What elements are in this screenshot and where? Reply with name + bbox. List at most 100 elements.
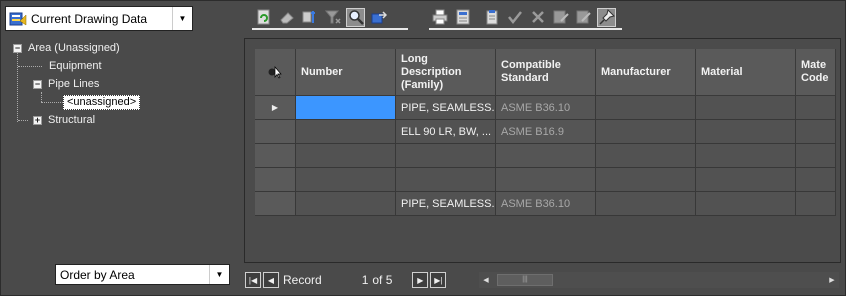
cell-manufacturer[interactable] <box>596 96 696 120</box>
edit-alt-icon[interactable] <box>574 8 593 27</box>
delete-icon[interactable] <box>528 8 547 27</box>
row-selector[interactable] <box>255 168 296 192</box>
cell-material[interactable] <box>696 168 796 192</box>
toolbar-group-view <box>252 6 408 30</box>
scroll-left-icon[interactable]: ◀ <box>479 272 493 288</box>
cell-manufacturer[interactable] <box>596 192 696 216</box>
cell-compatible-standard[interactable] <box>496 144 596 168</box>
drawing-data-icon <box>9 11 27 27</box>
edit-icon[interactable] <box>551 8 570 27</box>
cell-compatible-standard[interactable]: ASME B36.10 <box>496 96 596 120</box>
cell-manufacturer[interactable] <box>596 120 696 144</box>
locate-icon[interactable] <box>300 8 319 27</box>
previous-record-button[interactable]: ◀ <box>263 272 279 288</box>
cell-compatible-standard[interactable] <box>496 168 596 192</box>
cell-material-code[interactable] <box>796 168 836 192</box>
order-by-value: Order by Area <box>60 267 135 282</box>
zoom-icon[interactable] <box>346 7 365 27</box>
cell-compatible-standard[interactable]: ASME B16.9 <box>496 120 596 144</box>
next-record-button[interactable]: ▶ <box>412 272 429 288</box>
tree-node-label: Pipe Lines <box>48 78 100 90</box>
tree-node-label: Structural <box>48 114 96 126</box>
record-navigator: |◀ ◀ Record 1 of 5 ▶ ▶| <box>245 270 448 290</box>
cell-description[interactable]: ELL 90 LR, BW, ... <box>396 120 496 144</box>
export-icon[interactable] <box>369 8 388 27</box>
scroll-right-icon[interactable]: ▶ <box>825 272 839 288</box>
cell-number[interactable] <box>296 192 396 216</box>
chevron-down-icon[interactable]: ▼ <box>172 7 192 30</box>
toolbar-group-edit <box>429 6 622 30</box>
column-header-long-description[interactable]: Long Description (Family) <box>396 49 496 96</box>
order-by-dropdown[interactable]: Order by Area ▼ <box>55 264 230 285</box>
record-current[interactable]: 1 <box>362 273 369 287</box>
cell-material[interactable] <box>696 96 796 120</box>
tree-node-label: Equipment <box>49 60 102 72</box>
row-selector[interactable] <box>255 192 296 216</box>
cell-number[interactable] <box>296 144 396 168</box>
area-tree: − Area (Unassigned) Equipment − Pipe Lin… <box>13 40 233 140</box>
table-row[interactable] <box>255 144 836 168</box>
tree-node-unassigned[interactable]: <unassigned> <box>63 94 141 110</box>
tree-node-pipe-lines[interactable]: − Pipe Lines <box>33 76 99 92</box>
cell-manufacturer[interactable] <box>596 168 696 192</box>
column-header-manufacturer[interactable]: Manufacturer <box>596 49 696 96</box>
expand-toggle-icon[interactable]: + <box>33 115 42 125</box>
column-header-compatible-standard[interactable]: Compatible Standard <box>496 49 596 96</box>
table-row[interactable]: PIPE, SEAMLESS... ASME B36.10 <box>255 192 836 216</box>
row-selector[interactable] <box>255 144 296 168</box>
grid-header-row: Number Long Description (Family) Compati… <box>255 49 836 96</box>
tree-node-structural[interactable]: + Structural <box>33 112 95 128</box>
cell-description[interactable]: PIPE, SEAMLESS... <box>396 96 496 120</box>
dialog-frame: Current Drawing Data ▼ − Area (Unassigne… <box>0 0 846 296</box>
column-header-material-code[interactable]: Mate Code <box>796 49 836 96</box>
tree-node-equipment[interactable]: Equipment <box>49 58 102 74</box>
record-total: of 5 <box>372 273 393 287</box>
record-label: Record <box>283 273 322 287</box>
filter-icon[interactable] <box>323 8 342 27</box>
cell-material-code[interactable] <box>796 96 836 120</box>
row-selector[interactable] <box>255 120 296 144</box>
last-record-button[interactable]: ▶| <box>430 272 447 288</box>
cell-number[interactable] <box>296 96 396 120</box>
cell-material-code[interactable] <box>796 120 836 144</box>
cell-compatible-standard[interactable]: ASME B36.10 <box>496 192 596 216</box>
collapse-toggle-icon[interactable]: − <box>13 43 22 53</box>
collapse-toggle-icon[interactable]: − <box>33 79 42 89</box>
cursor-icon <box>268 66 282 79</box>
cell-material[interactable] <box>696 192 796 216</box>
cell-number[interactable] <box>296 168 396 192</box>
paste-icon[interactable] <box>483 8 502 27</box>
parts-grid[interactable]: Number Long Description (Family) Compati… <box>244 38 841 263</box>
pin-icon[interactable] <box>597 7 616 27</box>
cell-material[interactable] <box>696 144 796 168</box>
current-row-indicator-icon[interactable]: ▶ <box>255 96 296 120</box>
column-header-number[interactable]: Number <box>296 49 396 96</box>
chevron-down-icon[interactable]: ▼ <box>209 265 229 284</box>
table-row[interactable]: ELL 90 LR, BW, ... ASME B16.9 <box>255 120 836 144</box>
tree-node-label: Area (Unassigned) <box>28 42 120 54</box>
tree-node-area[interactable]: − Area (Unassigned) <box>13 40 120 56</box>
first-record-button[interactable]: |◀ <box>245 272 261 288</box>
table-row[interactable]: ▶ PIPE, SEAMLESS... ASME B36.10 <box>255 96 836 120</box>
grid-body: ▶ PIPE, SEAMLESS... ASME B36.10 ELL 90 LR, … <box>255 96 836 216</box>
data-source-dropdown[interactable]: Current Drawing Data ▼ <box>5 6 193 31</box>
print-icon[interactable] <box>431 8 450 27</box>
cell-material[interactable] <box>696 120 796 144</box>
scroll-track[interactable]: ||| <box>493 272 825 288</box>
cell-description[interactable]: PIPE, SEAMLESS... <box>396 192 496 216</box>
cell-number[interactable] <box>296 120 396 144</box>
refresh-icon[interactable] <box>254 8 273 27</box>
report-icon[interactable] <box>454 8 473 27</box>
row-selector-header[interactable] <box>255 49 296 96</box>
table-row[interactable] <box>255 168 836 192</box>
scroll-thumb[interactable]: ||| <box>497 274 553 286</box>
eraser-icon[interactable] <box>277 8 296 27</box>
cell-material-code[interactable] <box>796 144 836 168</box>
cell-manufacturer[interactable] <box>596 144 696 168</box>
cell-material-code[interactable] <box>796 192 836 216</box>
horizontal-scrollbar[interactable]: ◀ ||| ▶ <box>479 272 839 288</box>
cell-description[interactable] <box>396 168 496 192</box>
check-icon[interactable] <box>506 8 525 27</box>
cell-description[interactable] <box>396 144 496 168</box>
column-header-material[interactable]: Material <box>696 49 796 96</box>
